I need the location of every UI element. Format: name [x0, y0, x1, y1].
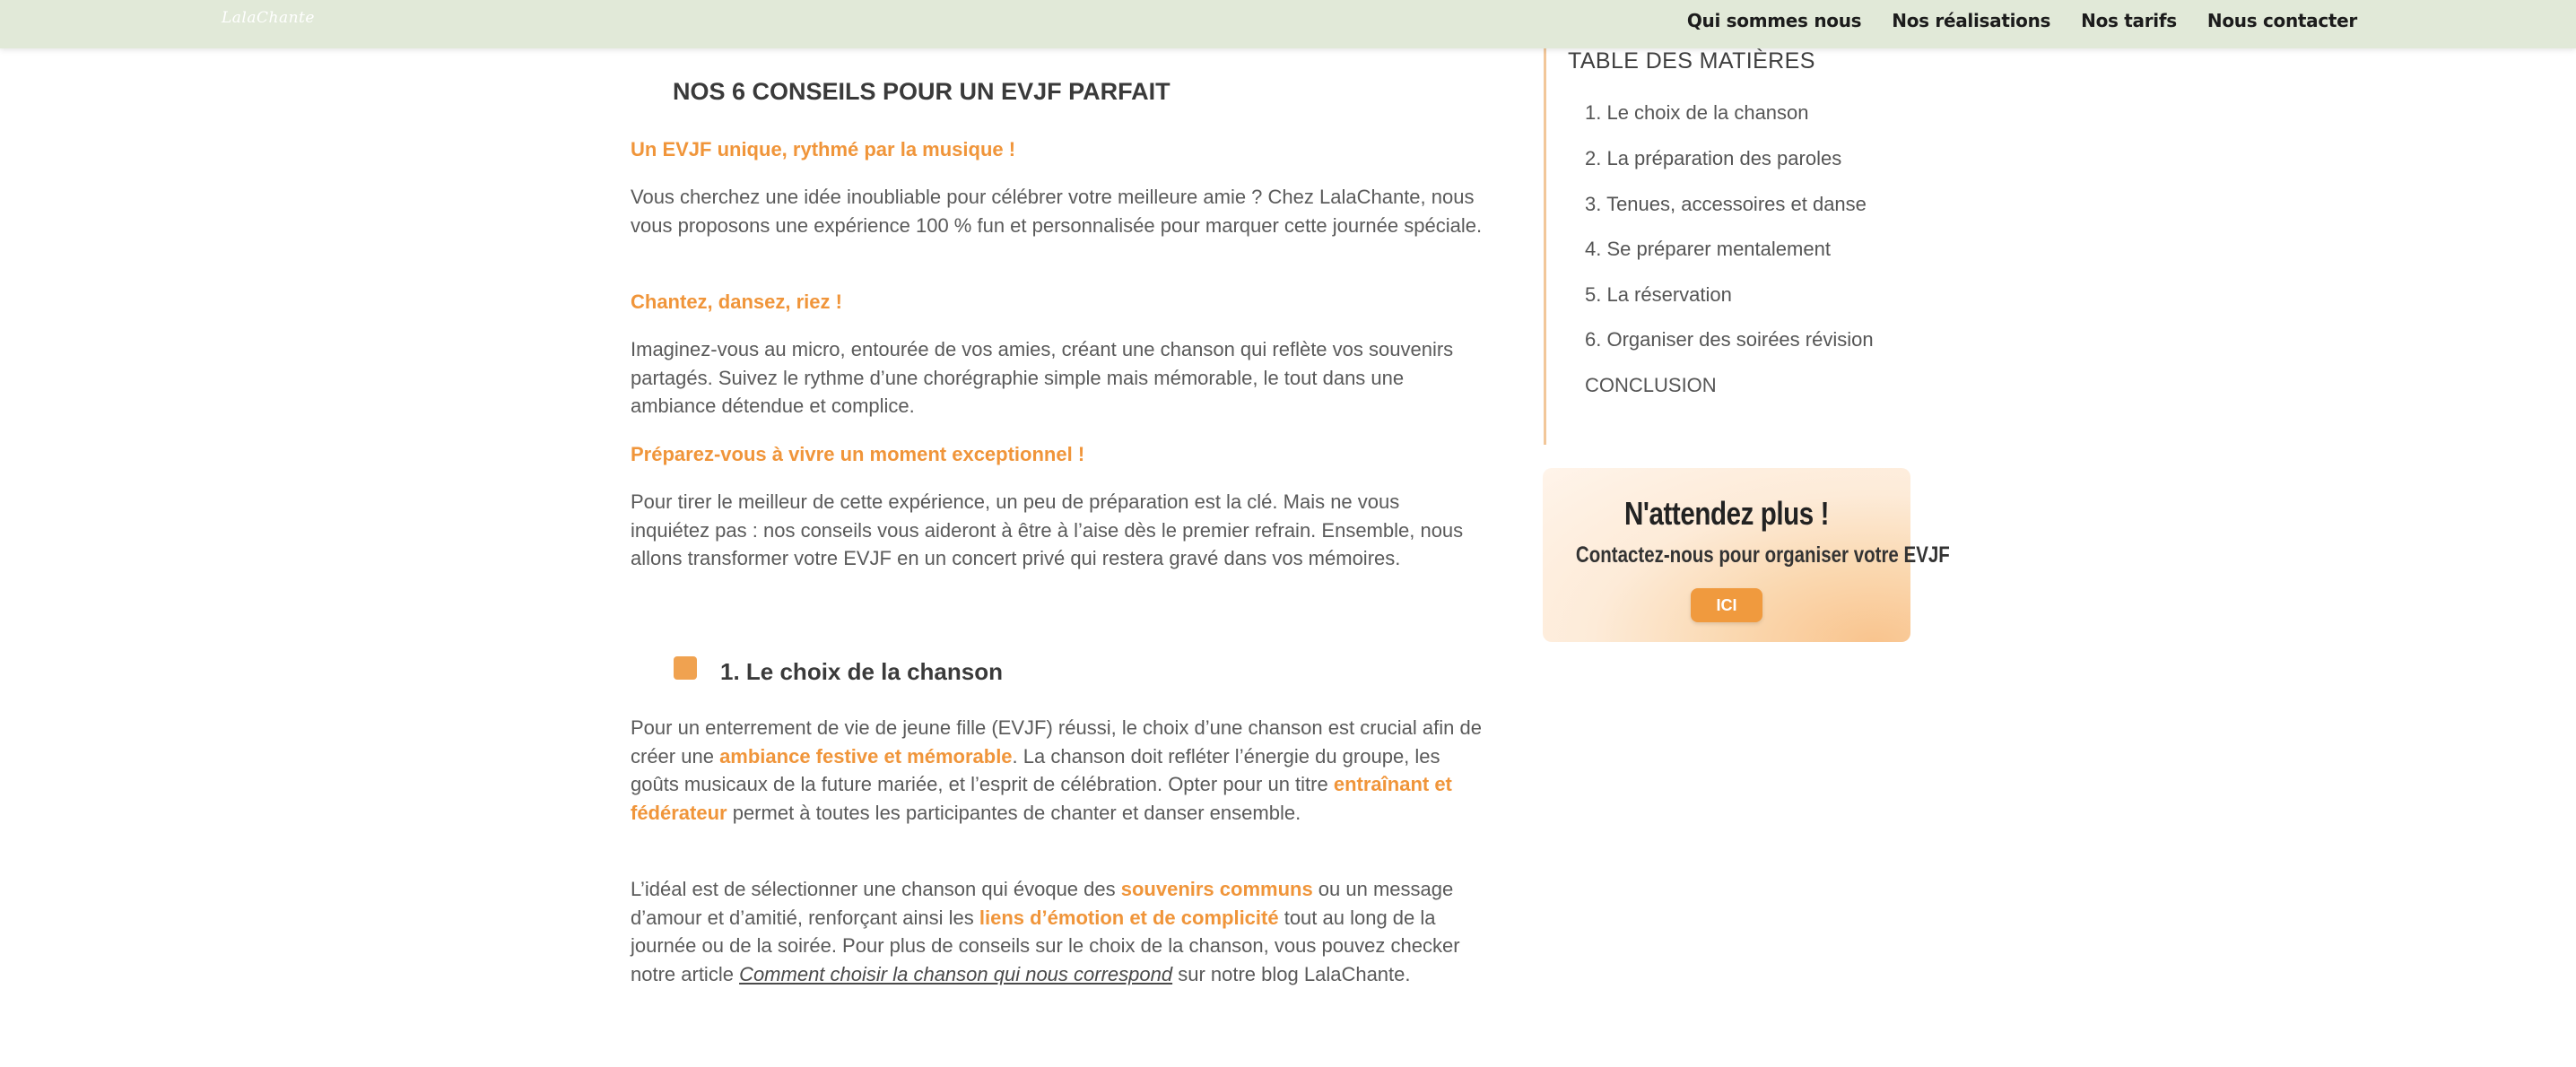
intro-paragraph: Vous cherchez une idée inoubliable pour … [631, 186, 1483, 237]
nav-item-qui-sommes-nous[interactable]: Qui sommes nous [1687, 10, 1862, 31]
table-of-contents: TABLE DES MATIÈRES 1. Le choix de la cha… [1544, 48, 1923, 445]
toc-item-conclusion[interactable]: CONCLUSION [1585, 374, 1717, 397]
cta-title: N'attendez plus ! [1623, 495, 1830, 532]
toc-item-5[interactable]: 5. La réservation [1585, 283, 1732, 307]
toc-item-6[interactable]: 6. Organiser des soirées révision [1585, 328, 1874, 351]
section-title-choix-chanson: 1. Le choix de la chanson [720, 658, 1003, 685]
toc-item-3[interactable]: 3. Tenues, accessoires et danse [1585, 193, 1867, 216]
site-header: LalaChante Qui sommes nous Nos réalisati… [0, 0, 2576, 48]
cta-ici-button[interactable]: ICI [1691, 588, 1762, 622]
nav-item-nos-tarifs[interactable]: Nos tarifs [2081, 10, 2177, 31]
nav-item-nos-realisations[interactable]: Nos réalisations [1892, 10, 2050, 31]
article-title: NOS 6 CONSEILS POUR UN EVJF PARFAIT [673, 78, 1171, 105]
paragraph-choix-1: Pour un enterrement de vie de jeune fill… [631, 714, 1483, 828]
article-link-choisir-chanson[interactable]: Comment choisir la chanson qui nous corr… [739, 963, 1172, 985]
text-run: sur notre blog LalaChante. [1172, 963, 1411, 986]
contact-cta-card: N'attendez plus ! Contactez-nous pour or… [1543, 468, 1950, 642]
main-nav: Qui sommes nous Nos réalisations Nos tar… [1687, 0, 2357, 41]
paragraph-chantez: Imaginez-vous au micro, entourée de vos … [631, 338, 1454, 418]
paragraph-choix-2: L’idéal est de sélectionner une chanson … [631, 875, 1483, 989]
highlight-liens: liens d’émotion et de complicité [979, 906, 1279, 929]
text-run: L’idéal est de sélectionner une chanson … [631, 878, 1121, 900]
paragraph-preparez: Pour tirer le meilleur de cette expérien… [631, 490, 1464, 570]
intro-heading: Un EVJF unique, rythmé par la musique ! [631, 138, 1016, 160]
toc-item-1[interactable]: 1. Le choix de la chanson [1585, 101, 1809, 125]
text-run: permet à toutes les participantes de cha… [727, 802, 1301, 825]
cta-subtitle: Contactez-nous pour organiser votre EVJF [1575, 542, 1950, 568]
site-logo[interactable]: LalaChante [222, 9, 315, 27]
toc-item-2[interactable]: 2. La préparation des paroles [1585, 147, 1841, 170]
subheading-preparez: Préparez-vous à vivre un moment exceptio… [631, 443, 1085, 465]
highlight-souvenirs: souvenirs communs [1120, 878, 1313, 900]
highlight-ambiance: ambiance festive et mémorable [719, 744, 1013, 768]
section-bullet-icon [674, 656, 697, 680]
toc-item-4[interactable]: 4. Se préparer mentalement [1585, 238, 1831, 261]
toc-title: TABLE DES MATIÈRES [1568, 48, 1815, 74]
nav-item-nous-contacter[interactable]: Nous contacter [2207, 10, 2357, 31]
subheading-chantez: Chantez, dansez, riez ! [631, 291, 842, 313]
